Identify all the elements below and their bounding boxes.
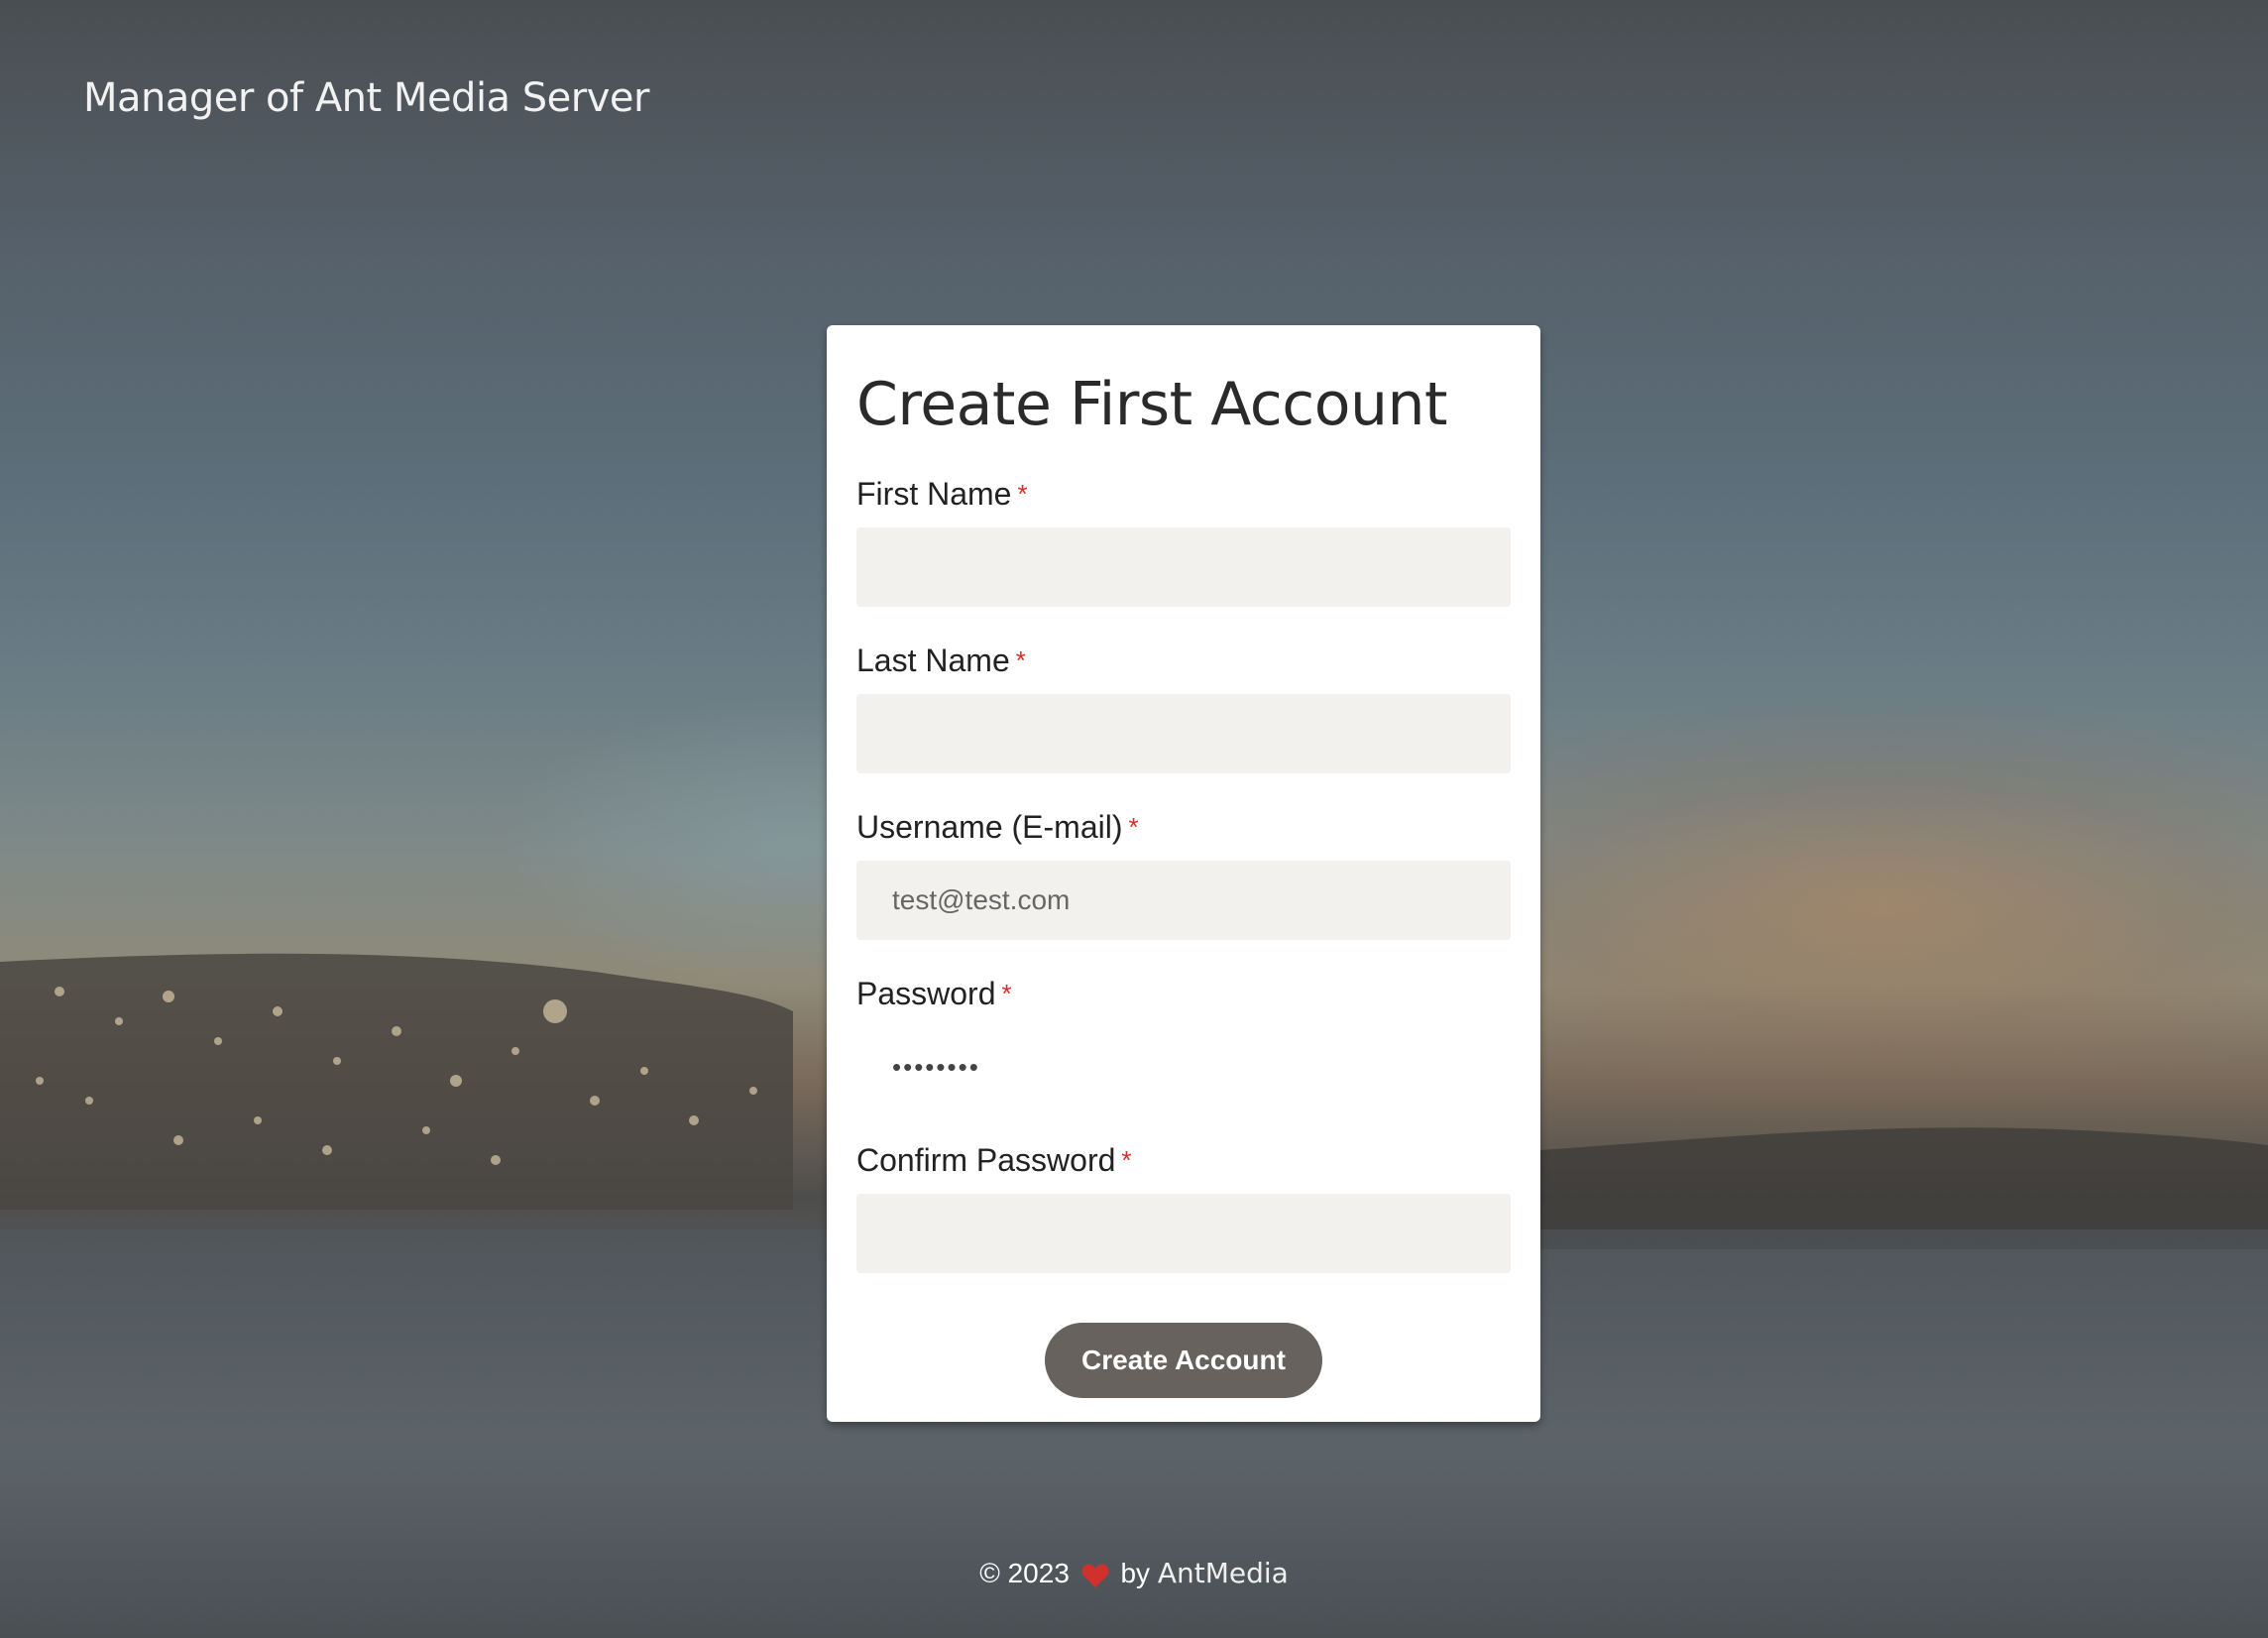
last-name-label-text: Last Name <box>856 643 1010 678</box>
heart-icon <box>1081 1564 1109 1587</box>
form-title: Create First Account <box>856 370 1448 439</box>
password-field-group: Password * <box>856 974 1511 1107</box>
footer-by: by <box>1120 1558 1151 1588</box>
footer-brand-link[interactable]: AntMedia <box>1158 1557 1289 1589</box>
create-account-button[interactable]: Create Account <box>1045 1323 1322 1398</box>
confirm-password-label-text: Confirm Password <box>856 1142 1116 1178</box>
username-label-text: Username (E-mail) <box>856 809 1123 845</box>
password-input[interactable] <box>856 1027 1511 1107</box>
confirm-password-field-group: Confirm Password * <box>856 1140 1511 1273</box>
app-title: Manager of Ant Media Server <box>83 75 649 121</box>
required-marker: * <box>1017 479 1028 509</box>
footer: © 2023 by AntMedia <box>0 1557 2268 1589</box>
submit-row: Create Account <box>856 1323 1511 1398</box>
confirm-password-input[interactable] <box>856 1194 1511 1273</box>
first-name-label-text: First Name <box>856 476 1012 512</box>
password-label-text: Password <box>856 976 996 1011</box>
create-account-card: Create First Account First Name * Last Na… <box>827 325 1540 1422</box>
password-label: Password * <box>856 974 1511 1013</box>
username-email-input[interactable] <box>856 861 1511 940</box>
username-field-group: Username (E-mail) * <box>856 807 1511 940</box>
required-marker: * <box>1121 1145 1132 1175</box>
required-marker: * <box>1128 812 1139 842</box>
footer-copyright: © 2023 <box>979 1558 1070 1588</box>
first-name-label: First Name * <box>856 474 1511 514</box>
first-name-input[interactable] <box>856 527 1511 607</box>
confirm-password-label: Confirm Password * <box>856 1140 1511 1180</box>
last-name-input[interactable] <box>856 694 1511 773</box>
first-name-field-group: First Name * <box>856 474 1511 607</box>
required-marker: * <box>1015 645 1026 675</box>
last-name-label: Last Name * <box>856 641 1511 680</box>
last-name-field-group: Last Name * <box>856 641 1511 773</box>
username-label: Username (E-mail) * <box>856 807 1511 847</box>
required-marker: * <box>1001 979 1012 1008</box>
